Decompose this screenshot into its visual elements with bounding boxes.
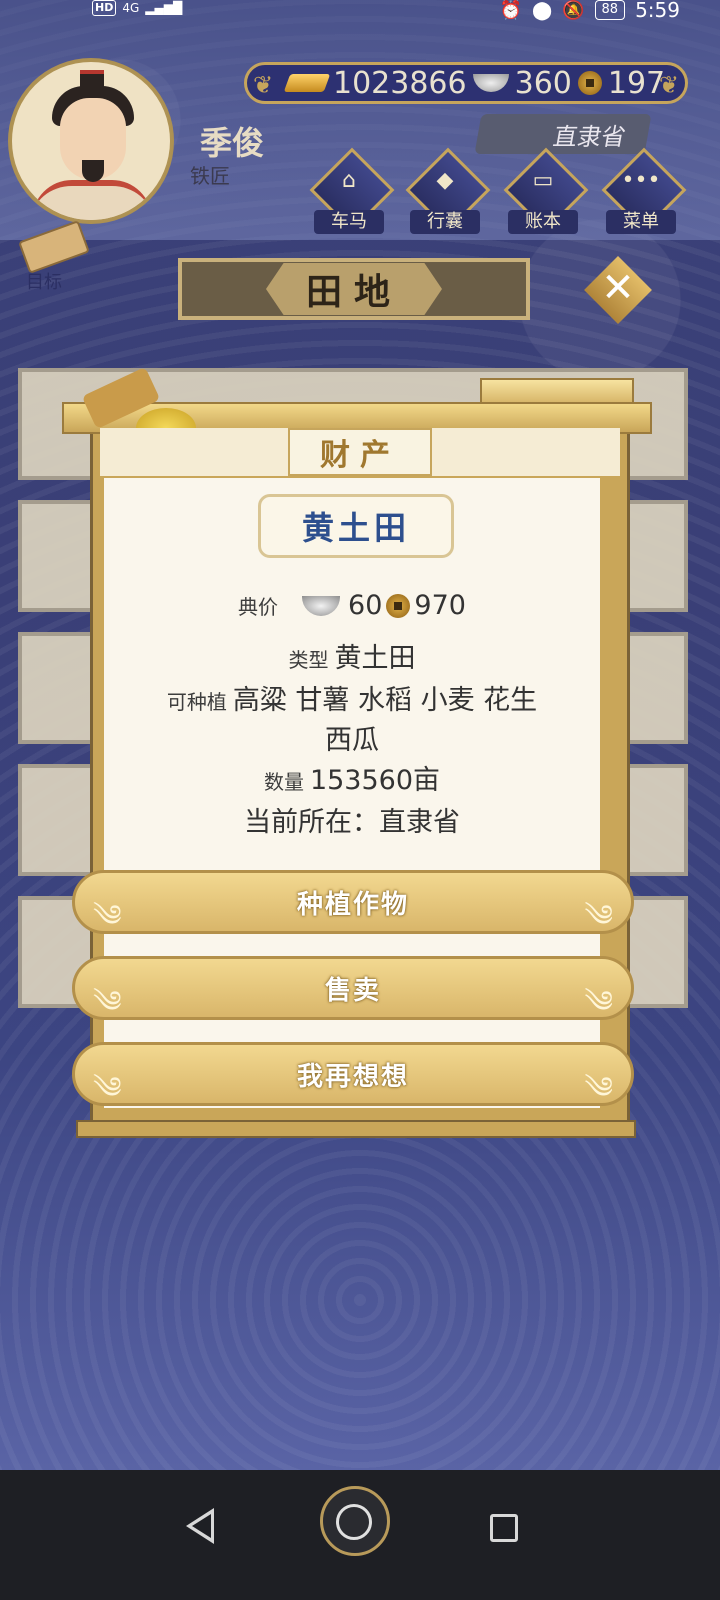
cancel-label: 我再想想 — [296, 1061, 409, 1092]
menu-icon: ••• — [621, 168, 661, 193]
silver-amount: 360 — [514, 65, 572, 101]
target-button[interactable]: 目标 — [12, 220, 90, 293]
silver-ingot-icon — [472, 74, 509, 92]
home-icon — [336, 1504, 372, 1540]
location-button[interactable]: 直隶省 — [474, 114, 652, 154]
dialog-header: 财产 — [100, 428, 620, 476]
plantable-crops: 高粱 甘薯 水稻 小麦 花生 — [232, 685, 538, 716]
hd-badge: HD — [92, 0, 117, 16]
type-value: 黄土田 — [334, 643, 416, 674]
quantity-label: 数量 — [263, 770, 304, 794]
price-label: 典价 — [238, 595, 279, 619]
dialog-scroll-bottom — [76, 1120, 636, 1138]
nav-ledger-button[interactable]: ▭ 账本 — [494, 147, 592, 234]
cancel-button[interactable]: ༄ 我再想想 ༄ — [72, 1042, 634, 1106]
copper-amount: 197 — [607, 65, 666, 101]
item-name-frame: 黄土田 — [258, 494, 454, 558]
sell-label: 售卖 — [324, 975, 381, 1006]
price-copper: 970 — [414, 590, 466, 621]
location-label: 直隶省 — [551, 122, 629, 151]
dialog-title: 财产 — [288, 428, 432, 476]
quantity-row: 数量 153560亩 — [104, 758, 600, 797]
player-name: 季俊 — [200, 124, 265, 162]
plant-crops-button[interactable]: ༄ 种植作物 ༄ — [72, 870, 634, 934]
swirl-ornament-icon: ༄ — [93, 985, 122, 1020]
swirl-ornament-icon: ༄ — [584, 899, 613, 934]
bamboo-icon: ❦ — [253, 71, 274, 99]
nav-bag-button[interactable]: ◆ 行囊 — [396, 147, 494, 234]
plant-crops-label: 种植作物 — [296, 889, 409, 920]
price-silver: 60 — [348, 590, 383, 621]
type-row: 类型 黄土田 — [104, 636, 600, 675]
nav-menu-button[interactable]: ••• 菜单 — [592, 147, 690, 234]
type-label: 类型 — [288, 648, 329, 672]
nav-label: 账本 — [508, 210, 578, 234]
clock: 5:59 — [635, 0, 680, 22]
nav-label: 菜单 — [606, 210, 676, 234]
page-title-text: 田地 — [265, 263, 442, 315]
alarm-icon: ⏰ — [499, 0, 522, 21]
ledger-icon: ▭ — [532, 168, 554, 193]
current-location: 当前所在：直隶省 — [244, 807, 460, 838]
location-row: 当前所在：直隶省 — [104, 800, 600, 839]
network-label: 4G — [122, 1, 140, 15]
swirl-ornament-icon: ༄ — [584, 985, 613, 1020]
copper-coin-icon — [386, 593, 411, 618]
avatar-portrait — [12, 62, 170, 220]
plantable-label: 可种植 — [166, 690, 227, 714]
currency-bar: ❦ 1023866 360 197 ❦ — [244, 62, 688, 104]
quantity-value: 153560亩 — [309, 765, 441, 796]
carriage-icon: ⌂ — [342, 168, 356, 193]
plantable-crops-extra: 西瓜 — [325, 725, 379, 756]
plantable-row: 可种植 高粱 甘薯 水稻 小麦 花生 — [104, 678, 600, 717]
mute-bell-icon: 🔕 — [562, 0, 585, 21]
nav-label: 行囊 — [410, 210, 480, 234]
nav-label: 车马 — [314, 210, 384, 234]
gold-amount: 1023866 — [333, 65, 467, 101]
nav-carriage-button[interactable]: ⌂ 车马 — [300, 147, 398, 234]
recent-apps-icon[interactable] — [490, 1514, 518, 1542]
plantable-row-continued: 西瓜 — [104, 718, 600, 757]
swirl-ornament-icon: ༄ — [93, 899, 122, 934]
bag-icon: ◆ — [436, 168, 454, 193]
copper-coin-icon — [577, 71, 602, 95]
item-name: 黄土田 — [301, 509, 410, 547]
bamboo-icon: ❦ — [658, 71, 679, 99]
close-icon: ✕ — [601, 265, 635, 311]
status-bar: HD 4G ▂▄▆█ ⏰ ⬤ 🔕 88 5:59 — [0, 0, 720, 24]
price-row: 典价 60 970 — [104, 590, 600, 621]
target-label: 目标 — [26, 272, 62, 293]
avatar[interactable] — [8, 58, 174, 224]
player-occupation: 铁匠 — [190, 164, 230, 188]
gold-bar-icon — [283, 74, 331, 92]
silver-ingot-icon — [302, 595, 341, 616]
sell-button[interactable]: ༄ 售卖 ༄ — [72, 956, 634, 1020]
dialog-scroll-top — [480, 378, 634, 404]
battery-icon: 88 — [594, 0, 626, 20]
location-pin-icon: ⬤ — [531, 0, 553, 21]
page-title: 田地 — [178, 258, 530, 320]
signal-icon: ▂▄▆█ — [145, 1, 183, 15]
